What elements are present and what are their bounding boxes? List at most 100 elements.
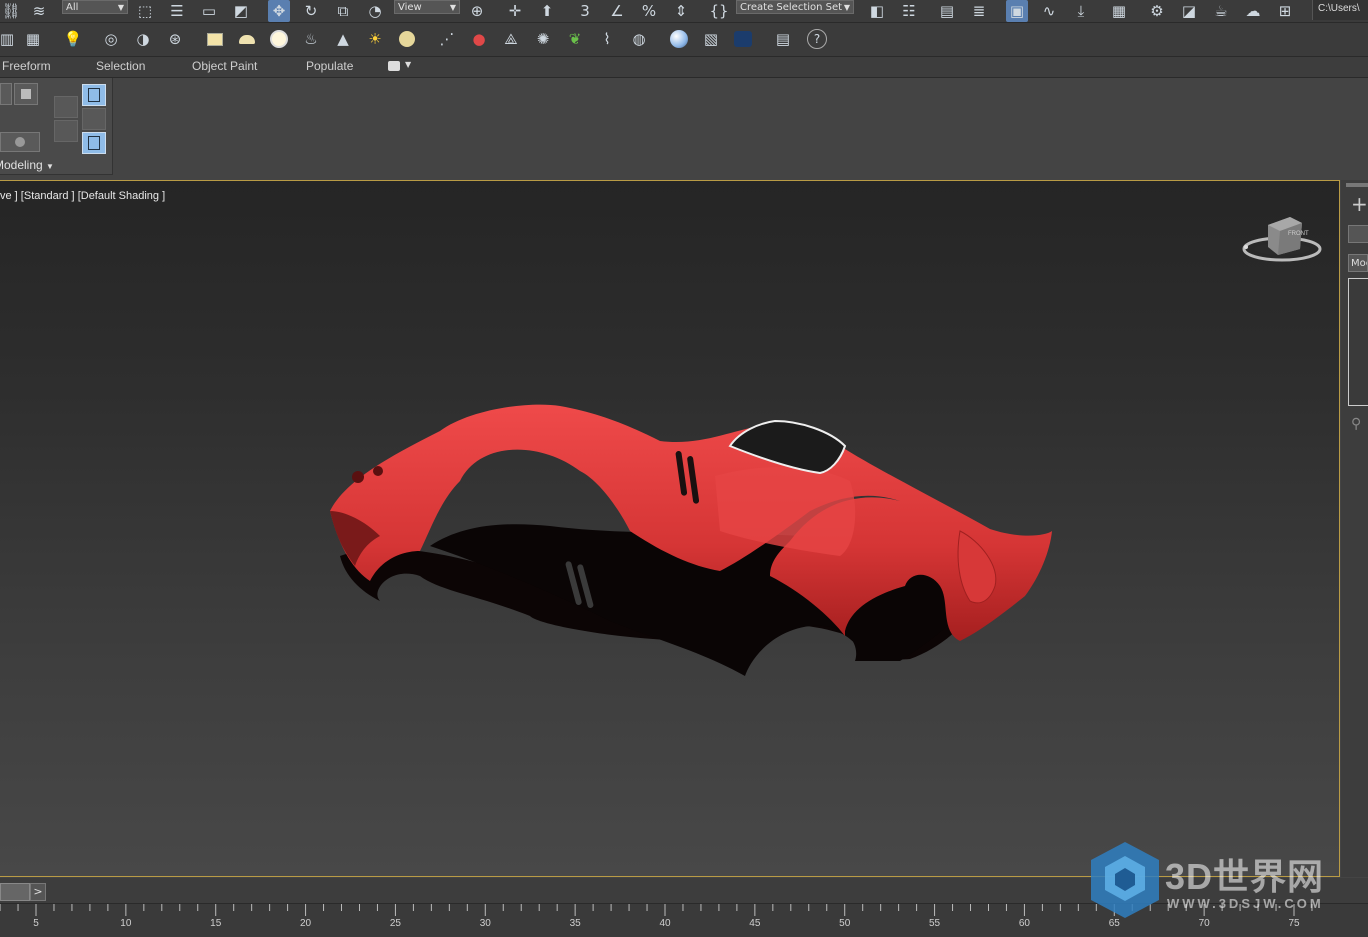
render-setup-icon[interactable]: ⚙ — [1146, 0, 1168, 22]
plane-icon[interactable] — [204, 28, 226, 50]
show-end-result-button[interactable] — [82, 108, 106, 130]
sphere-half-icon[interactable]: ◑ — [132, 28, 154, 50]
snap-toggle-icon[interactable]: 3 — [574, 0, 596, 22]
grid-icon[interactable]: ⋰ — [436, 28, 458, 50]
ribbon-panel: Modeling ▼ — [0, 78, 1368, 178]
render-preset-icon[interactable]: ⊛ — [164, 28, 186, 50]
spinner-snap-icon[interactable]: ⇕ — [670, 0, 692, 22]
vertex-button[interactable] — [0, 132, 40, 152]
help-icon[interactable]: ? — [806, 28, 828, 50]
next-frame-button[interactable]: > — [30, 883, 46, 901]
angle-snap-icon[interactable]: ∠ — [606, 0, 628, 22]
modeling-label: Modeling — [0, 158, 43, 172]
curve-editor-icon[interactable]: ∿ — [1038, 0, 1060, 22]
rectangle-selection-icon[interactable]: ▭ — [198, 0, 220, 22]
cube-button[interactable] — [14, 83, 38, 105]
schematic-view-icon[interactable]: ⤓ — [1070, 0, 1092, 22]
pivot-center-icon[interactable]: ⊕ — [466, 0, 488, 22]
select-object-icon[interactable]: ⬚ — [134, 0, 156, 22]
table-icon[interactable]: ▦ — [22, 28, 44, 50]
main-toolbar: ⛓ ≋ All ▼ ⬚ ☰ ▭ ◩ ✥ ↻ ⧉ ◔ View ▼ ⊕ ✛ ⬆ 3 ∠… — [0, 0, 1368, 23]
move-icon[interactable]: ✥ — [268, 0, 290, 22]
edit-poly-button[interactable] — [0, 83, 12, 105]
pin-stack-button[interactable] — [82, 84, 106, 106]
window-crossing-icon[interactable]: ◩ — [230, 0, 252, 22]
project-path-field[interactable]: C:\Users\ — [1312, 0, 1368, 20]
reference-coordinate-dropdown[interactable]: View ▼ — [394, 0, 460, 14]
make-unique-button[interactable] — [82, 132, 106, 154]
scale-icon[interactable]: ⧉ — [332, 0, 354, 22]
scene-explorer-icon[interactable]: ▤ — [936, 0, 958, 22]
ruler-tick-label: 35 — [569, 918, 581, 929]
named-selection-set-dropdown[interactable]: Create Selection Set ▼ — [736, 0, 854, 14]
tab-populate[interactable]: Populate — [306, 59, 353, 73]
container-icon[interactable]: ▥ — [0, 28, 18, 50]
modeling-group-label[interactable]: Modeling ▼ — [0, 158, 54, 172]
viewport-label-view[interactable]: ve ] — [0, 190, 18, 202]
teapot-icon[interactable]: ♨ — [300, 28, 322, 50]
pin-icon — [88, 88, 100, 102]
viewport-label[interactable]: ve ] [Standard ] [Default Shading ] — [0, 190, 165, 202]
stack-button-1[interactable] — [54, 96, 78, 118]
viewport-label-standard[interactable]: [Standard ] — [21, 190, 75, 202]
texture-icon[interactable]: ◍ — [628, 28, 650, 50]
hair-icon[interactable]: ⌇ — [596, 28, 618, 50]
pin-stack-icon[interactable]: ⚲ — [1351, 416, 1361, 432]
time-slider-thumb[interactable] — [0, 883, 30, 901]
render-iterative-icon[interactable]: ☁ — [1242, 0, 1264, 22]
sun-icon[interactable]: ☀ — [364, 28, 386, 50]
tab-object-paint[interactable]: Object Paint — [192, 59, 257, 73]
camera-icon[interactable]: ◎ — [100, 28, 122, 50]
keyboard-shortcut-icon[interactable]: ⬆ — [536, 0, 558, 22]
modifier-list-dropdown[interactable]: Moc — [1348, 254, 1368, 272]
tab-freeform[interactable]: Freeform — [2, 59, 51, 73]
percent-snap-icon[interactable]: % — [638, 0, 660, 22]
ribbon-options-icon[interactable] — [388, 61, 400, 71]
disc-shape — [399, 31, 415, 47]
bind-spacewarp-icon[interactable]: ≋ — [28, 0, 50, 22]
create-plus-icon[interactable]: + — [1351, 192, 1368, 216]
viewcube-icon[interactable]: FRONT — [1238, 211, 1328, 271]
plane-icon-shape — [207, 32, 223, 46]
render-production-icon[interactable]: ☕ — [1210, 0, 1232, 22]
command-panel-dropdown[interactable] — [1348, 225, 1368, 243]
material-editor-icon[interactable]: ▦ — [1108, 0, 1130, 22]
render-icon[interactable]: ▧ — [700, 28, 722, 50]
select-manipulate-icon[interactable]: ✛ — [504, 0, 526, 22]
render-cloud-icon[interactable]: ⊞ — [1274, 0, 1296, 22]
material-sphere-icon[interactable] — [668, 28, 690, 50]
cone-icon[interactable]: ▲ — [332, 28, 354, 50]
ruler-tick-label: 10 — [120, 918, 132, 929]
modifier-stack-list[interactable] — [1348, 278, 1368, 406]
render-frame-icon[interactable] — [732, 28, 754, 50]
helper-icon[interactable]: ⟁ — [500, 28, 522, 50]
stack-button-2[interactable] — [54, 120, 78, 142]
tab-selection[interactable]: Selection — [96, 59, 145, 73]
panel-grip — [1346, 183, 1368, 187]
light-bulb-icon[interactable]: 💡 — [62, 28, 84, 50]
material-sphere-shape — [670, 30, 688, 48]
selection-filter-dropdown[interactable]: All ▼ — [62, 0, 128, 14]
mirror-icon[interactable]: ◧ — [866, 0, 888, 22]
rotate-icon[interactable]: ↻ — [300, 0, 322, 22]
hemisphere-icon[interactable] — [236, 28, 258, 50]
select-by-name-icon[interactable]: ☰ — [166, 0, 188, 22]
perspective-viewport[interactable]: ve ] [Standard ] [Default Shading ] FRON… — [0, 180, 1340, 877]
ruler-tick-label: 55 — [929, 918, 941, 929]
align-icon[interactable]: ☷ — [898, 0, 920, 22]
rendered-frame-window-icon[interactable]: ◪ — [1178, 0, 1200, 22]
batch-render-icon[interactable]: ▤ — [772, 28, 794, 50]
grass-icon[interactable]: ❦ — [564, 28, 586, 50]
ribbon-tab-bar: Freeform Selection Object Paint Populate… — [0, 57, 1368, 78]
gear-icon[interactable]: ✺ — [532, 28, 554, 50]
place-icon[interactable]: ◔ — [364, 0, 386, 22]
car-body-model[interactable] — [300, 401, 1080, 701]
viewport-label-shading[interactable]: [Default Shading ] — [78, 190, 165, 202]
molecule-icon[interactable]: ● — [468, 28, 490, 50]
layer-explorer-icon[interactable]: ≣ — [968, 0, 990, 22]
sphere-icon[interactable] — [268, 28, 290, 50]
disc-icon[interactable] — [396, 28, 418, 50]
ribbon-toggle-icon[interactable]: ▣ — [1006, 0, 1028, 22]
link-icon[interactable]: ⛓ — [0, 0, 22, 22]
edit-named-selection-icon[interactable]: {} — [708, 0, 730, 22]
